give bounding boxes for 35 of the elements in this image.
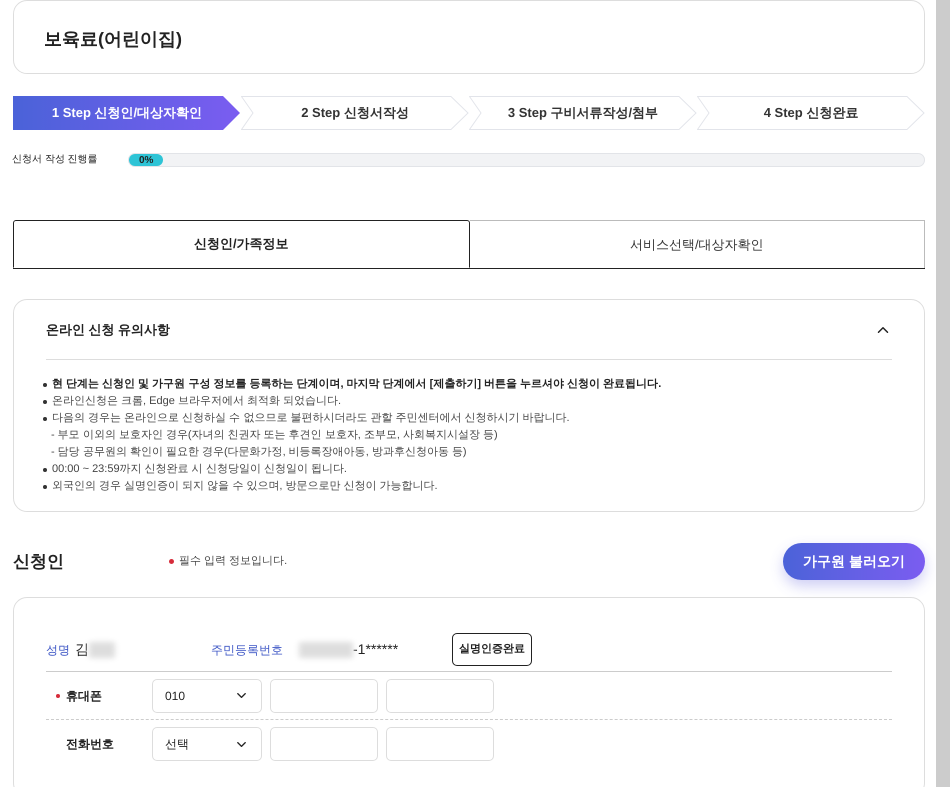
progress-reading: 0% [139,154,154,168]
form-tab[interactable]: 서비스선택/대상자확인 [470,220,925,268]
notice-item: 다음의 경우는 온라인으로 신청하실 수 없으므로 불편하시더라도 관할 주민센터에서 신청하시기 바랍니다. [43,410,892,427]
redacted-blur [89,642,115,658]
notice-item: 00:00 ~ 23:59까지 신청완료 시 신청당일이 신청일이 됩니다. [43,461,892,478]
select-field[interactable]: 010 [152,678,262,712]
step-tab[interactable]: 4 Step 신청완료 [697,96,925,130]
input-field[interactable] [270,678,378,712]
rrn-value: -1****** [353,640,398,659]
field-label: 휴대폰 [66,688,102,704]
page-title: 보육료(어린이집) [44,28,182,51]
section-heading: 신청인 [13,550,65,573]
notice-title: 온라인 신청 유의사항 [46,320,170,339]
notice-item: 현 단계는 신청인 및 가구원 구성 정보를 등록하는 단계이며, 마지막 단계에서 [제출하기] 버튼을 누르셔야 신청이 완료됩니다. [43,376,892,393]
notice-item: 온라인신청은 크롬, Edge 브라우저에서 최적화 되었습니다. [43,393,892,410]
rrn-label: 주민등록번호 [211,642,283,658]
form-tab[interactable]: 신청인/가족정보 [13,220,470,268]
name-value: 김 [75,640,89,659]
input-field[interactable] [386,727,494,761]
step-tab[interactable]: 2 Step 신청서작성 [241,96,469,130]
field-label: 전화번호 [66,736,114,753]
required-note: 필수 입력 정보입니다. [179,554,288,570]
redacted-blur [299,642,353,658]
progress-label: 신청서 작성 진행률 [12,153,99,167]
input-field[interactable] [270,727,378,761]
name-label: 성명 [46,642,70,658]
notice-item: 외국인의 경우 실명인증이 되지 않을 수 있으며, 방문으로만 신청이 가능합니다. [43,478,892,495]
load-household-button[interactable]: 가구원 불러오기 [783,543,925,580]
step-tab[interactable]: 3 Step 구비서류작성/첨부 [469,96,697,130]
select-field[interactable]: 선택 [152,727,262,761]
notice-subitem: - 담당 공무원의 확인이 필요한 경우(다문화가정, 비등록장애아동, 방과후신청아동 등) [50,445,468,460]
verified-badge: 실명인증완료 [452,633,532,666]
step-tab[interactable]: 1 Step 신청인/대상자확인 [13,96,241,130]
input-field[interactable] [386,678,494,712]
notice-subitem: - 부모 이외의 보호자인 경우(자녀의 친권자 또는 후견인 보호자, 조부모, 사회복지시설장 등) [50,428,499,443]
